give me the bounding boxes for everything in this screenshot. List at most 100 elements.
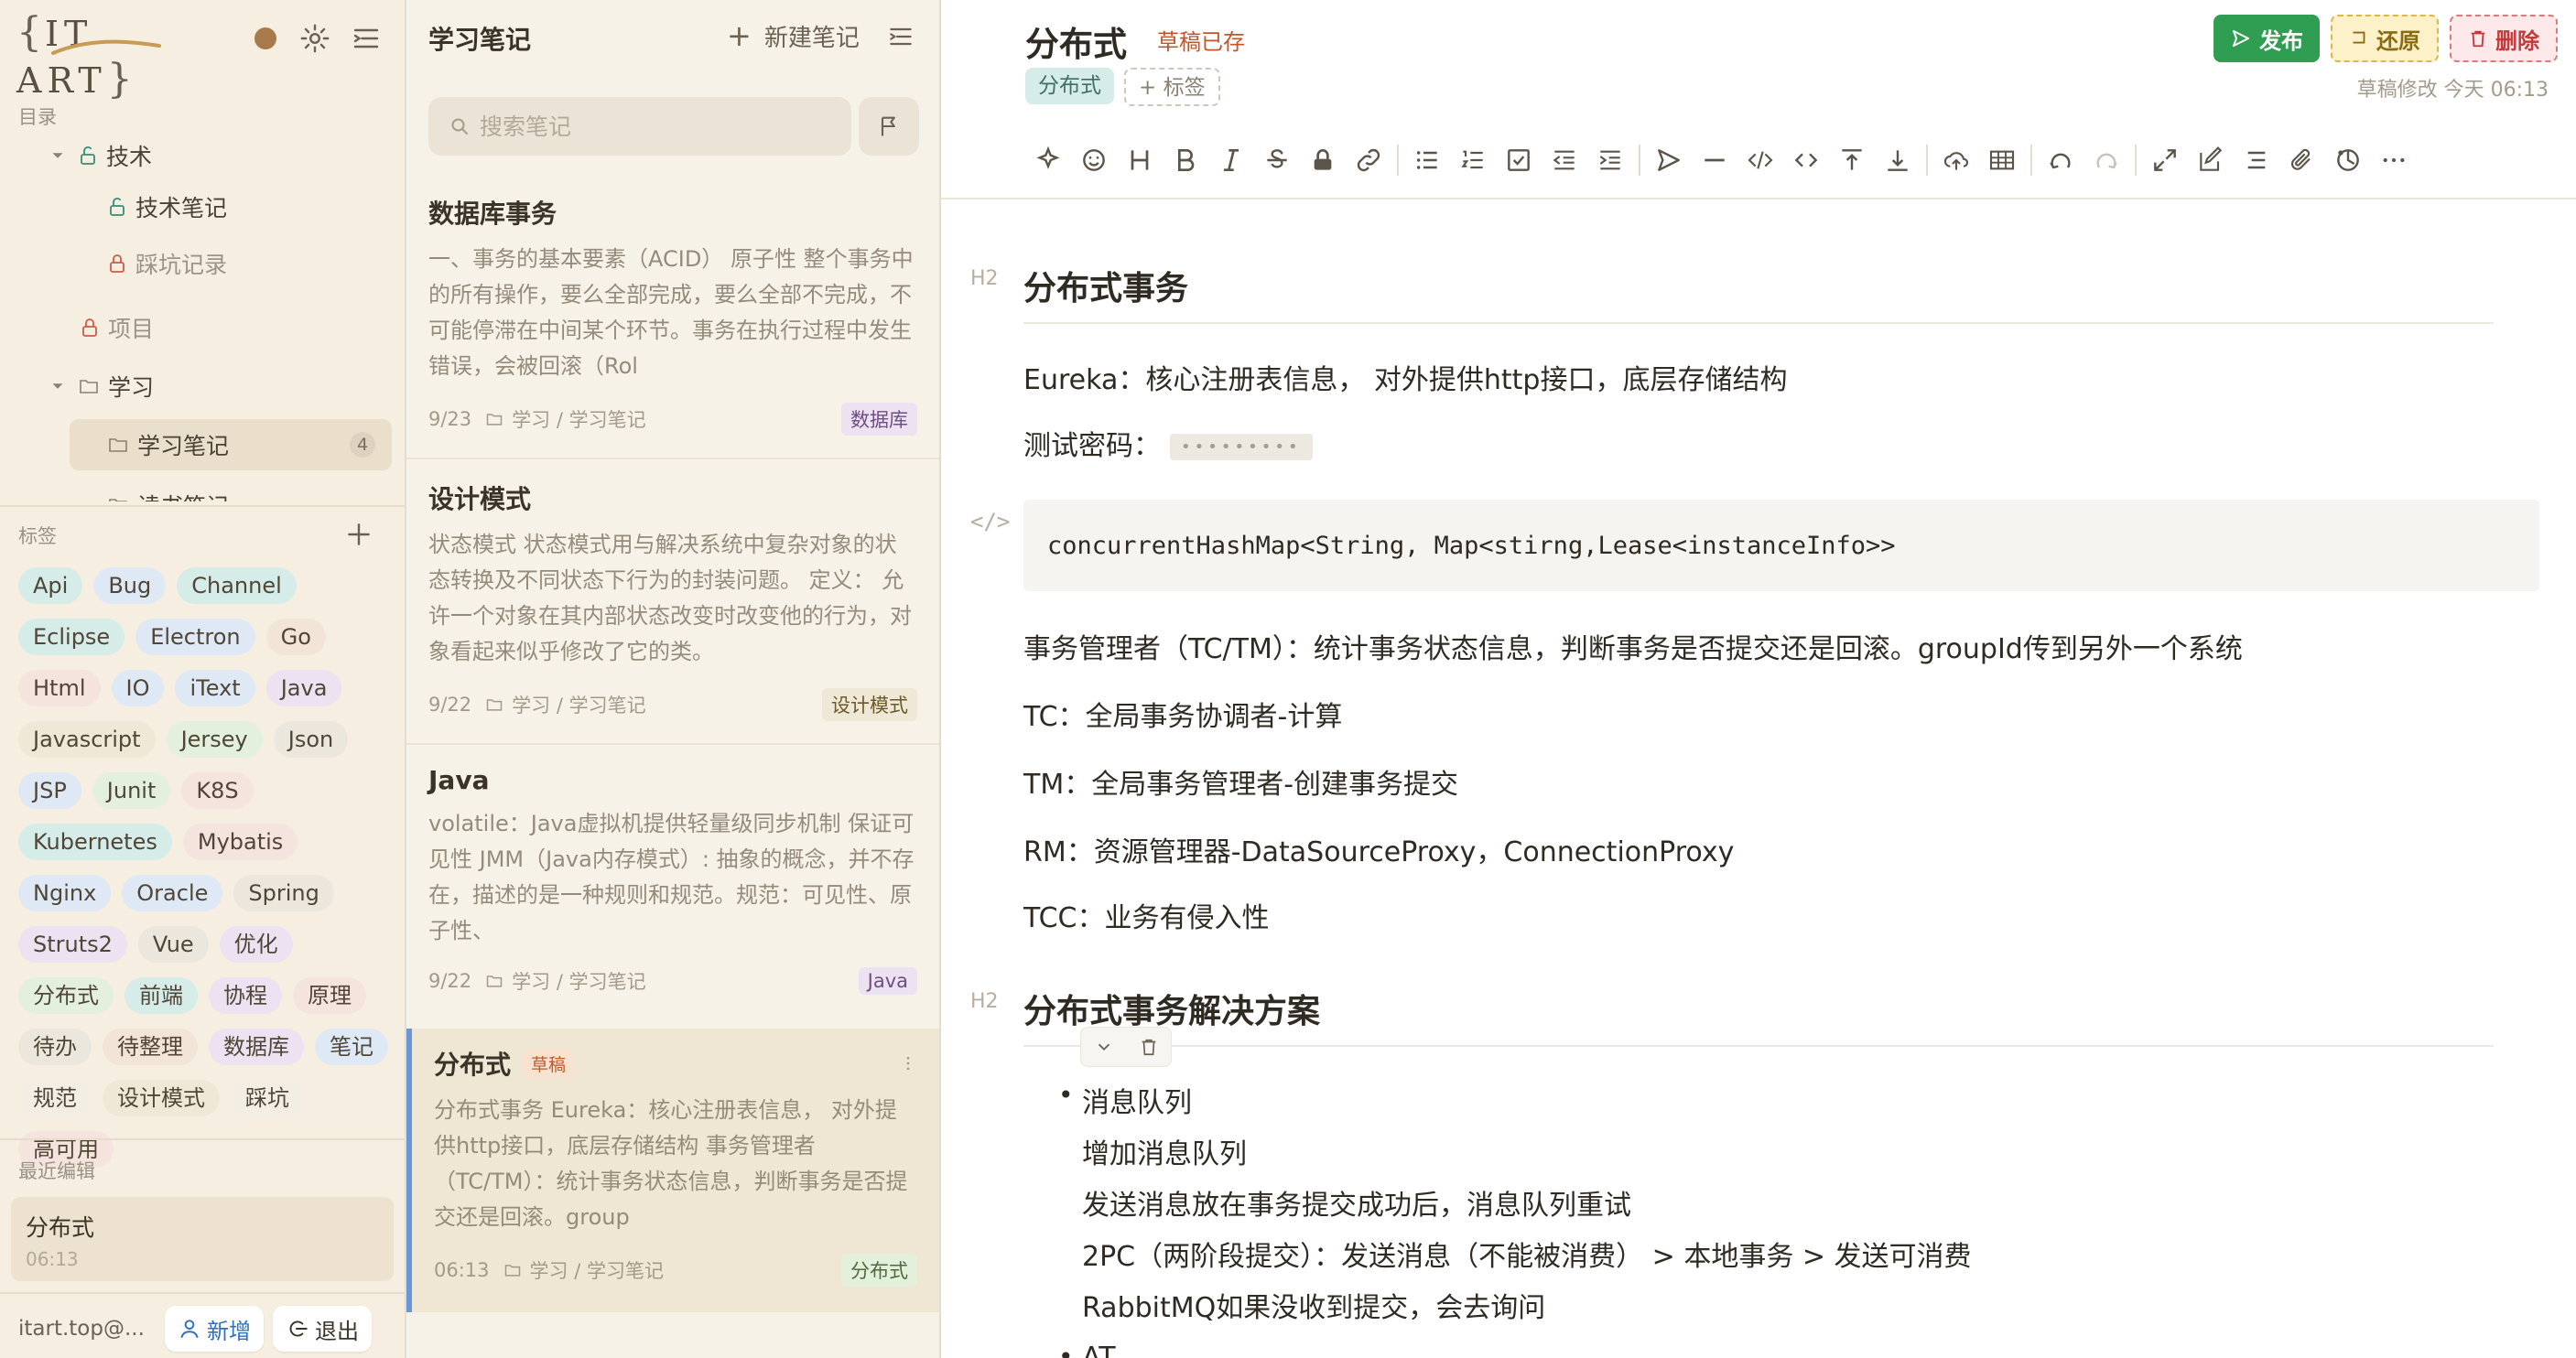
sparkle-icon[interactable] [1025,139,1071,181]
tag-chip[interactable]: Jersey [166,721,263,758]
note-item[interactable]: 数据库事务 一、事务的基本要素（ACID） 原子性 整个事务中的所有操作，要么全… [406,178,939,458]
tag-chip[interactable]: 规范 [18,1080,92,1116]
inline-code-icon[interactable] [1783,139,1829,181]
note-tag-chip[interactable]: 分布式 [1025,68,1114,104]
outline-icon[interactable] [2234,139,2279,181]
tree-item-pitfalls[interactable]: 踩坑记录 [106,238,395,289]
note-item[interactable]: 设计模式 状态模式 状态模式用与解决系统中复杂对象的状态转换及不同状态下行为的封… [406,463,939,743]
edit-mode-icon[interactable] [2188,139,2234,181]
check-list-icon[interactable] [1496,139,1542,181]
list-menu-icon[interactable] [886,22,915,51]
restore-button[interactable]: 还原 [2331,15,2439,62]
tree-item-tech[interactable]: 技术 [48,130,395,181]
search-input[interactable] [480,113,828,140]
tag-chip[interactable]: Javascript [18,721,156,758]
recent-edit-item[interactable]: 分布式 06:13 [11,1197,394,1281]
tag-chip[interactable]: Java [265,670,342,706]
bold-icon[interactable] [1163,139,1208,181]
strike-icon[interactable] [1254,139,1300,181]
add-tag-icon[interactable] [344,520,373,549]
bullet-list-icon[interactable] [1404,139,1450,181]
more-icon[interactable] [2371,139,2417,181]
tag-chip[interactable]: 设计模式 [103,1080,220,1116]
tag-chip[interactable]: Json [273,721,349,758]
trash-icon[interactable] [1139,1037,1159,1057]
tag-chip[interactable]: Oracle [122,875,223,911]
collapse-menu-icon[interactable] [350,22,383,55]
logout-button[interactable]: 退出 [273,1306,372,1352]
tree-item-tech-notes[interactable]: 技术笔记 [106,181,395,232]
attachment-icon[interactable] [2279,139,2325,181]
note-tag[interactable]: 分布式 [841,1254,917,1287]
tag-chip[interactable]: 笔记 [315,1029,388,1065]
note-tag[interactable]: 数据库 [841,403,917,436]
tree-item-projects[interactable]: 项目 [79,302,395,353]
note-item[interactable]: Java volatile：Java虚拟机提供轻量级同步机制 保证可见性 JMM… [406,749,939,1029]
chevron-down-icon[interactable] [1094,1037,1114,1057]
devtools-icon[interactable] [2325,139,2371,181]
tree-item-study-notes[interactable]: 学习笔记 4 [70,419,392,470]
tag-chip[interactable]: Eclipse [18,619,125,655]
hr-icon[interactable] [1692,139,1737,181]
heading-icon[interactable] [1117,139,1163,181]
table-icon[interactable] [1979,139,2025,181]
chevron-down-icon[interactable] [48,146,68,166]
tag-chip[interactable]: 协程 [209,977,282,1014]
flag-filter-button[interactable] [859,97,919,156]
tag-chip[interactable]: 数据库 [209,1029,304,1065]
chevron-down-icon[interactable] [48,376,68,396]
tag-chip[interactable]: Html [18,670,101,706]
indent-icon[interactable] [1587,139,1633,181]
tag-chip[interactable]: 原理 [293,977,366,1014]
password-mask[interactable]: ••••••••• [1170,434,1313,460]
new-note-button[interactable]: + 新建笔记 [727,18,860,53]
more-vertical-icon[interactable] [899,1052,917,1074]
insert-after-icon[interactable] [1875,139,1921,181]
italic-icon[interactable] [1208,139,1254,181]
tag-chip[interactable]: Junit [92,772,171,809]
tag-chip[interactable]: 待办 [18,1029,92,1065]
tag-chip[interactable]: Vue [137,926,209,963]
upload-icon[interactable] [1933,139,1979,181]
tree-item-reading-notes[interactable]: 读书笔记 [106,480,395,501]
undo-icon[interactable] [2038,139,2084,181]
insert-before-icon[interactable] [1829,139,1875,181]
editor-content[interactable]: H2 分布式事务 Eureka：核心注册表信息， 对外提供http接口，底层存储… [941,238,2576,1358]
tag-chip[interactable]: Electron [135,619,255,655]
avatar[interactable] [249,22,282,55]
note-tag[interactable]: Java [858,967,917,995]
tag-chip[interactable]: Nginx [18,875,112,911]
tag-chip[interactable]: 分布式 [18,977,114,1014]
link-icon[interactable] [1346,139,1391,181]
tag-chip[interactable]: Kubernetes [18,824,172,860]
add-tag-button[interactable]: + 标签 [1124,68,1220,106]
tree-item-study[interactable]: 学习 [48,361,395,412]
tag-chip[interactable]: Spring [233,875,334,911]
tag-chip[interactable]: 待整理 [103,1029,198,1065]
tag-chip[interactable]: K8S [181,772,254,809]
tag-chip[interactable]: 踩坑 [231,1080,304,1116]
tag-chip[interactable]: Mybatis [182,824,298,860]
tag-chip[interactable]: Api [18,567,83,604]
emoji-icon[interactable] [1071,139,1117,181]
publish-button[interactable]: 发布 [2213,15,2320,62]
note-title-field[interactable]: 分布式 [1025,16,1127,66]
settings-gear-icon[interactable] [298,22,331,55]
delete-button[interactable]: 删除 [2450,15,2558,62]
tag-chip[interactable]: 优化 [219,926,293,963]
tag-chip[interactable]: 前端 [124,977,198,1014]
tag-chip[interactable]: Bug [93,567,167,604]
tag-chip[interactable]: iText [175,670,255,706]
outdent-icon[interactable] [1542,139,1587,181]
fullscreen-icon[interactable] [2142,139,2188,181]
new-button[interactable]: 新增 [165,1306,264,1352]
lock-icon[interactable] [1300,139,1346,181]
app-logo[interactable]: {IT ART} [16,9,189,102]
tag-chip[interactable]: Channel [177,567,297,604]
note-tag[interactable]: 设计模式 [822,688,917,721]
quote-icon[interactable] [1646,139,1692,181]
ordered-list-icon[interactable] [1450,139,1496,181]
code-icon[interactable] [1737,139,1783,181]
tag-chip[interactable]: JSP [18,772,81,809]
tag-chip[interactable]: Struts2 [18,926,127,963]
